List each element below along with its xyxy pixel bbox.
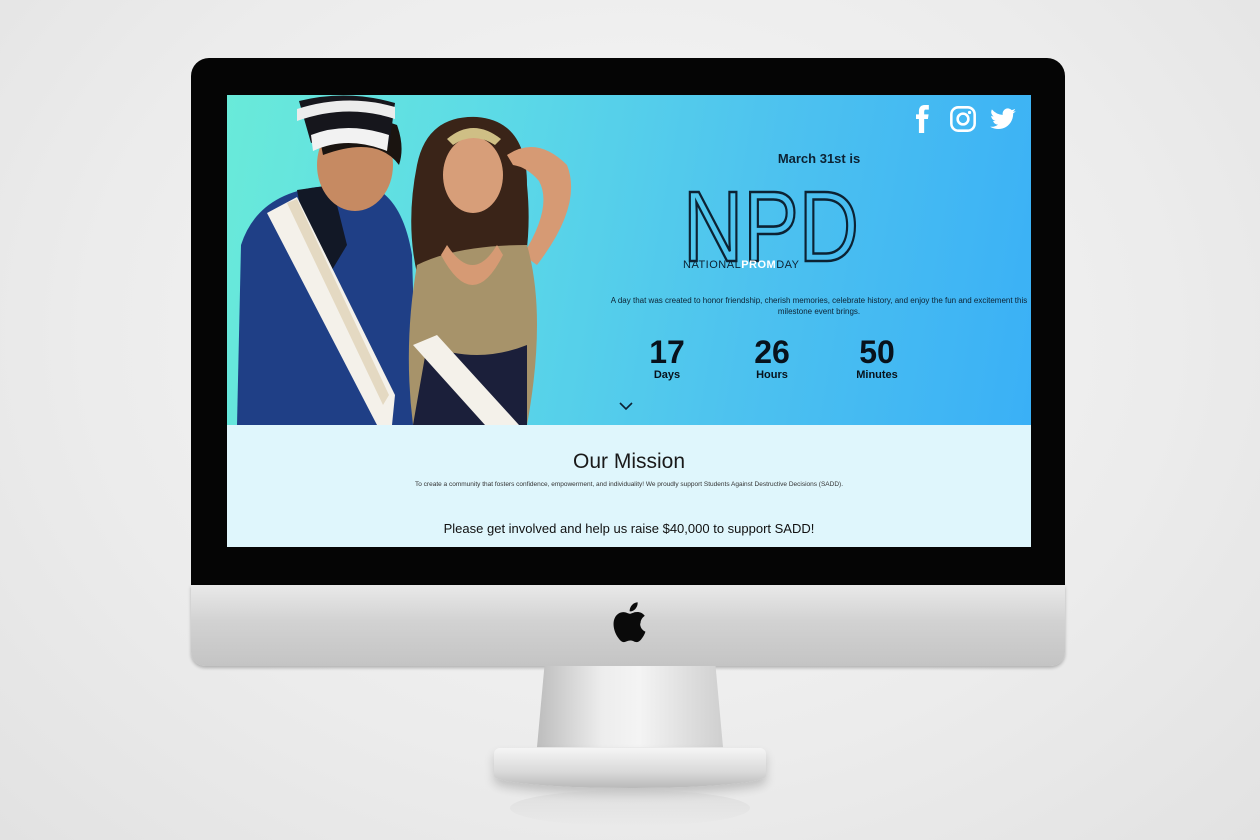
prom-couple-photo: [237, 95, 572, 425]
countdown-minutes-label: Minutes: [856, 369, 898, 381]
logo-sub-day: DAY: [776, 259, 800, 271]
countdown-timer: 17 Days 26 Hours 50 Minutes: [627, 335, 927, 385]
date-tagline: March 31st is: [777, 151, 861, 166]
hero-section: March 31st is NPD NATIONALPROMDAY A day …: [227, 95, 1031, 425]
fundraising-cta: Please get involved and help us raise $4…: [443, 521, 815, 536]
countdown-hours-value: 26: [754, 334, 790, 370]
countdown-minutes: 50 Minutes: [837, 335, 917, 381]
countdown-minutes-value: 50: [859, 334, 895, 370]
npd-logo: NPD: [683, 177, 860, 269]
monitor-stand-foot: [494, 748, 766, 788]
monitor-chin: [191, 585, 1065, 666]
apple-logo: [613, 602, 646, 643]
monitor-bezel: March 31st is NPD NATIONALPROMDAY A day …: [191, 58, 1065, 585]
svg-text:NPD: NPD: [683, 177, 859, 269]
mission-title: Our Mission: [572, 450, 686, 473]
countdown-hours-label: Hours: [756, 369, 788, 381]
hero-content: March 31st is NPD NATIONALPROMDAY A day …: [607, 95, 1031, 425]
logo-sub-prom: PROM: [741, 259, 777, 271]
countdown-days-value: 17: [649, 334, 685, 370]
imac-monitor: March 31st is NPD NATIONALPROMDAY A day …: [191, 58, 1065, 666]
mission-section: Our Mission To create a community that f…: [227, 425, 1031, 547]
stand-reflection: [510, 790, 750, 826]
chevron-down-icon[interactable]: [618, 400, 634, 412]
logo-sub-national: NATIONAL: [683, 259, 742, 271]
countdown-days: 17 Days: [627, 335, 707, 381]
npd-logo-subtitle: NATIONALPROMDAY: [683, 259, 853, 271]
mission-text: To create a community that fosters confi…: [415, 481, 843, 488]
hero-description: A day that was created to honor friendsh…: [610, 296, 1028, 316]
countdown-hours: 26 Hours: [732, 335, 812, 381]
website-screen: March 31st is NPD NATIONALPROMDAY A day …: [227, 95, 1031, 547]
countdown-days-label: Days: [653, 369, 681, 381]
